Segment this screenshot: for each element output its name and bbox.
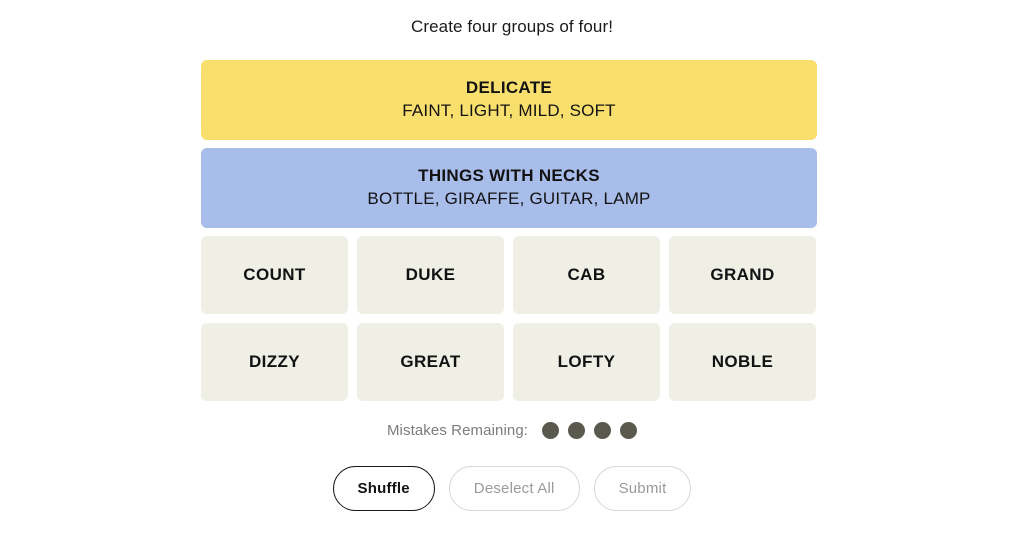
word-tile[interactable]: CAB	[513, 236, 660, 314]
word-tile[interactable]: LOFTY	[513, 323, 660, 401]
mistake-dot	[542, 422, 560, 439]
word-tile[interactable]: GRAND	[669, 236, 816, 314]
solved-group-category: DELICATE	[465, 77, 553, 97]
word-tile[interactable]: GREAT	[357, 323, 504, 401]
game-board: DELICATE FAINT, LIGHT, MILD, SOFT THINGS…	[201, 60, 817, 401]
mistake-dot-list	[542, 422, 638, 439]
tile-grid: COUNT DUKE CAB GRAND DIZZY GREAT LOFTY N…	[201, 236, 817, 401]
shuffle-button[interactable]: Shuffle	[332, 466, 435, 511]
action-buttons: Shuffle Deselect All Submit	[0, 466, 1024, 511]
solved-group-row: THINGS WITH NECKS BOTTLE, GIRAFFE, GUITA…	[201, 148, 817, 228]
word-tile[interactable]: COUNT	[201, 236, 348, 314]
mistakes-label: Mistakes Remaining:	[386, 422, 529, 439]
deselect-all-button[interactable]: Deselect All	[448, 466, 580, 511]
solved-group-row: DELICATE FAINT, LIGHT, MILD, SOFT	[201, 60, 817, 140]
word-tile[interactable]: NOBLE	[669, 323, 816, 401]
solved-group-members: BOTTLE, GIRAFFE, GUITAR, LAMP	[367, 188, 651, 208]
mistake-dot	[594, 422, 612, 439]
mistakes-remaining: Mistakes Remaining:	[0, 422, 1024, 439]
word-tile[interactable]: DIZZY	[201, 323, 348, 401]
mistake-dot	[568, 422, 586, 439]
solved-group-category: THINGS WITH NECKS	[418, 165, 600, 185]
submit-button[interactable]: Submit	[593, 466, 692, 511]
page-title: Create four groups of four!	[410, 17, 614, 36]
connections-game: Create four groups of four! DELICATE FAI…	[0, 0, 1024, 546]
word-tile[interactable]: DUKE	[357, 236, 504, 314]
solved-group-members: FAINT, LIGHT, MILD, SOFT	[402, 100, 616, 120]
mistake-dot	[620, 422, 638, 439]
